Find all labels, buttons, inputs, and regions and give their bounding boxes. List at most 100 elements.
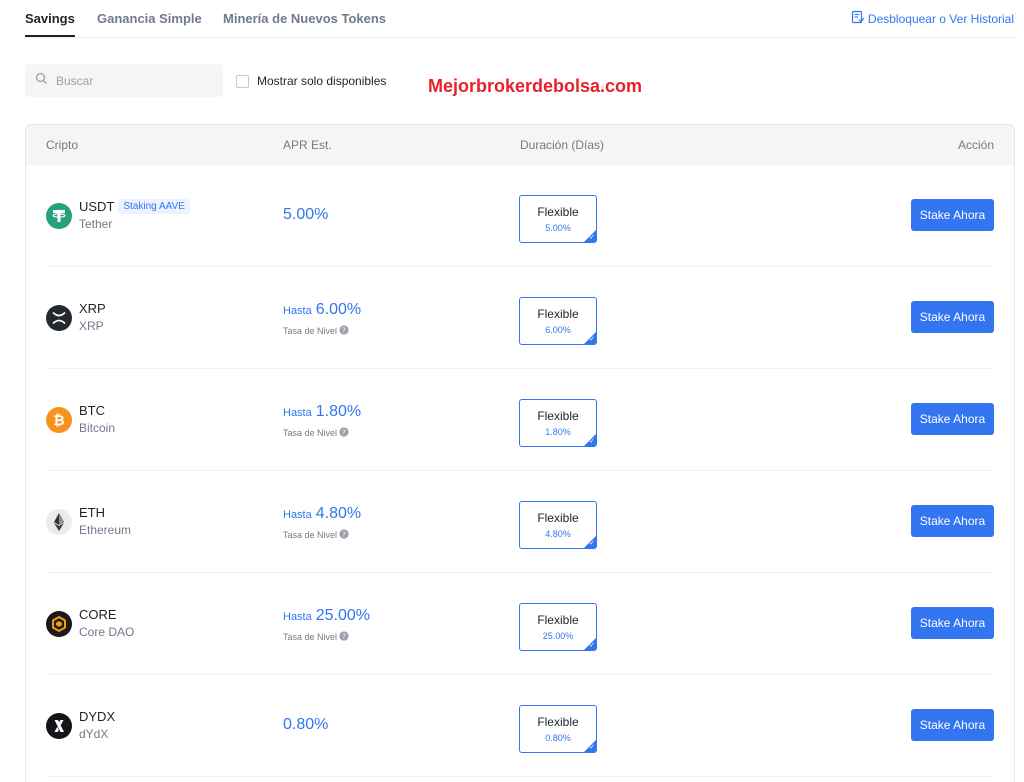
table-row: ₿ BTC Bitcoin Hasta 1.80% Tasa de Nivel … xyxy=(46,369,994,471)
apr-value: Hasta 6.00% xyxy=(283,301,361,319)
history-link-label: Desbloquear o Ver Historial xyxy=(867,11,1014,26)
duration-label: Flexible xyxy=(537,613,579,627)
coin-name: Ethereum xyxy=(79,523,132,537)
coin-symbol: CORE xyxy=(79,607,117,622)
show-available-filter[interactable]: Mostrar solo disponibles xyxy=(236,74,386,88)
apr-value: Hasta 1.80% xyxy=(283,403,361,421)
coin-name: dYdX xyxy=(79,727,109,741)
help-icon[interactable]: ? xyxy=(339,325,349,337)
duration-label: Flexible xyxy=(537,307,579,321)
stake-now-button[interactable]: Stake Ahora xyxy=(911,709,994,741)
coin-symbol-text: BTC xyxy=(79,403,105,418)
apr-note-text: Tasa de Nivel xyxy=(283,530,338,540)
apr-value-text: 0.80% xyxy=(283,716,329,733)
stake-now-button[interactable]: Stake Ahora xyxy=(911,607,994,639)
duration-label: Flexible xyxy=(537,511,579,525)
show-available-label: Mostrar solo disponibles xyxy=(257,74,387,88)
apr-note: Tasa de Nivel ? xyxy=(283,325,349,337)
header-apr: APR Est. xyxy=(283,138,332,152)
coin-symbol-text: XRP xyxy=(79,301,106,316)
svg-text:₿: ₿ xyxy=(53,413,64,429)
coin-symbol: USDT Staking AAVE xyxy=(79,199,190,214)
apr-prefix: Hasta xyxy=(283,407,312,419)
tab-mineria-nuevos-tokens[interactable]: Minería de Nuevos Tokens xyxy=(223,11,386,26)
apr-note: Tasa de Nivel ? xyxy=(283,631,349,643)
table-row: CORE Core DAO Hasta 25.00% Tasa de Nivel… xyxy=(46,573,994,675)
coin-symbol-text: DYDX xyxy=(79,709,116,724)
svg-text:?: ? xyxy=(342,429,346,437)
apr-prefix: Hasta xyxy=(283,305,312,317)
apr-note-text: Tasa de Nivel xyxy=(283,632,338,642)
show-available-checkbox[interactable] xyxy=(236,74,249,88)
table-row: XRP XRP Hasta 6.00% Tasa de Nivel ? Flex… xyxy=(46,267,994,369)
table-header: Cripto APR Est. Duración (Días) Acción xyxy=(26,125,1014,165)
coin-symbol: BTC xyxy=(79,403,105,418)
apr-note-text: Tasa de Nivel xyxy=(283,326,338,336)
stake-now-button[interactable]: Stake Ahora xyxy=(911,403,994,435)
check-icon: ✓ xyxy=(589,336,595,343)
apr-note-text: Tasa de Nivel xyxy=(283,428,338,438)
ethereum-icon xyxy=(46,509,72,535)
table-row: ETH Ethereum Hasta 4.80% Tasa de Nivel ?… xyxy=(46,471,994,573)
duration-option[interactable]: Flexible 6.00% ✓ xyxy=(519,297,597,345)
header-crypto: Cripto xyxy=(46,138,79,152)
header-duration: Duración (Días) xyxy=(520,138,605,152)
header-action: Acción xyxy=(957,138,994,152)
coin-name: Bitcoin xyxy=(79,421,116,435)
check-icon: ✓ xyxy=(589,438,595,445)
coin-symbol-text: ETH xyxy=(79,505,105,520)
check-icon: ✓ xyxy=(589,642,595,649)
apr-value-text: 4.80% xyxy=(315,505,362,522)
tab-ganancia-simple[interactable]: Ganancia Simple xyxy=(97,11,202,26)
core-icon xyxy=(46,611,72,637)
bitcoin-icon: ₿ xyxy=(46,407,72,433)
duration-option[interactable]: Flexible 1.80% ✓ xyxy=(519,399,597,447)
search-icon xyxy=(35,72,48,90)
coin-name: Core DAO xyxy=(79,625,135,639)
apr-prefix: Hasta xyxy=(283,611,312,623)
search-input[interactable] xyxy=(56,73,216,88)
tab-bar: Savings Ganancia Simple Minería de Nuevo… xyxy=(25,0,1016,38)
history-list-icon xyxy=(851,10,865,27)
coin-symbol: ETH xyxy=(79,505,105,520)
duration-label: Flexible xyxy=(537,715,579,729)
savings-table: Cripto APR Est. Duración (Días) Acción U… xyxy=(25,124,1015,782)
stake-now-button[interactable]: Stake Ahora xyxy=(911,301,994,333)
apr-value-text: 5.00% xyxy=(283,206,329,223)
apr-note: Tasa de Nivel ? xyxy=(283,427,349,439)
check-icon: ✓ xyxy=(589,744,595,751)
duration-label: Flexible xyxy=(537,205,579,219)
svg-text:?: ? xyxy=(342,327,346,335)
apr-value: Hasta 4.80% xyxy=(283,505,361,523)
history-link[interactable]: Desbloquear o Ver Historial xyxy=(851,10,1014,27)
staking-badge: Staking AAVE xyxy=(118,199,190,214)
help-icon[interactable]: ? xyxy=(339,631,349,643)
watermark: Mejorbrokerdebolsa.com xyxy=(428,76,643,96)
apr-value-text: 6.00% xyxy=(315,301,362,318)
coin-symbol-text: CORE xyxy=(79,607,117,622)
apr-value: Hasta 25.00% xyxy=(283,607,370,625)
apr-value-text: 25.00% xyxy=(315,607,371,624)
duration-option[interactable]: Flexible 4.80% ✓ xyxy=(519,501,597,549)
apr-value: 0.80% xyxy=(283,716,328,734)
apr-prefix: Hasta xyxy=(283,509,312,521)
apr-value-text: 1.80% xyxy=(315,403,362,420)
apr-note: Tasa de Nivel ? xyxy=(283,529,349,541)
duration-option[interactable]: Flexible 5.00% ✓ xyxy=(519,195,597,243)
stake-now-button[interactable]: Stake Ahora xyxy=(911,199,994,231)
tab-savings[interactable]: Savings xyxy=(25,11,75,37)
search-box xyxy=(25,64,223,97)
coin-symbol: XRP xyxy=(79,301,106,316)
svg-text:?: ? xyxy=(342,633,346,641)
help-icon[interactable]: ? xyxy=(339,529,349,541)
duration-option[interactable]: Flexible 0.80% ✓ xyxy=(519,705,597,753)
check-icon: ✓ xyxy=(589,234,595,241)
duration-option[interactable]: Flexible 25.00% ✓ xyxy=(519,603,597,651)
table-row: USDT Staking AAVE Tether 5.00% Flexible … xyxy=(46,165,994,267)
stake-now-button[interactable]: Stake Ahora xyxy=(911,505,994,537)
help-icon[interactable]: ? xyxy=(339,427,349,439)
duration-label: Flexible xyxy=(537,409,579,423)
coin-symbol: DYDX xyxy=(79,709,115,724)
check-icon: ✓ xyxy=(589,540,595,547)
coin-name: Tether xyxy=(79,217,113,231)
